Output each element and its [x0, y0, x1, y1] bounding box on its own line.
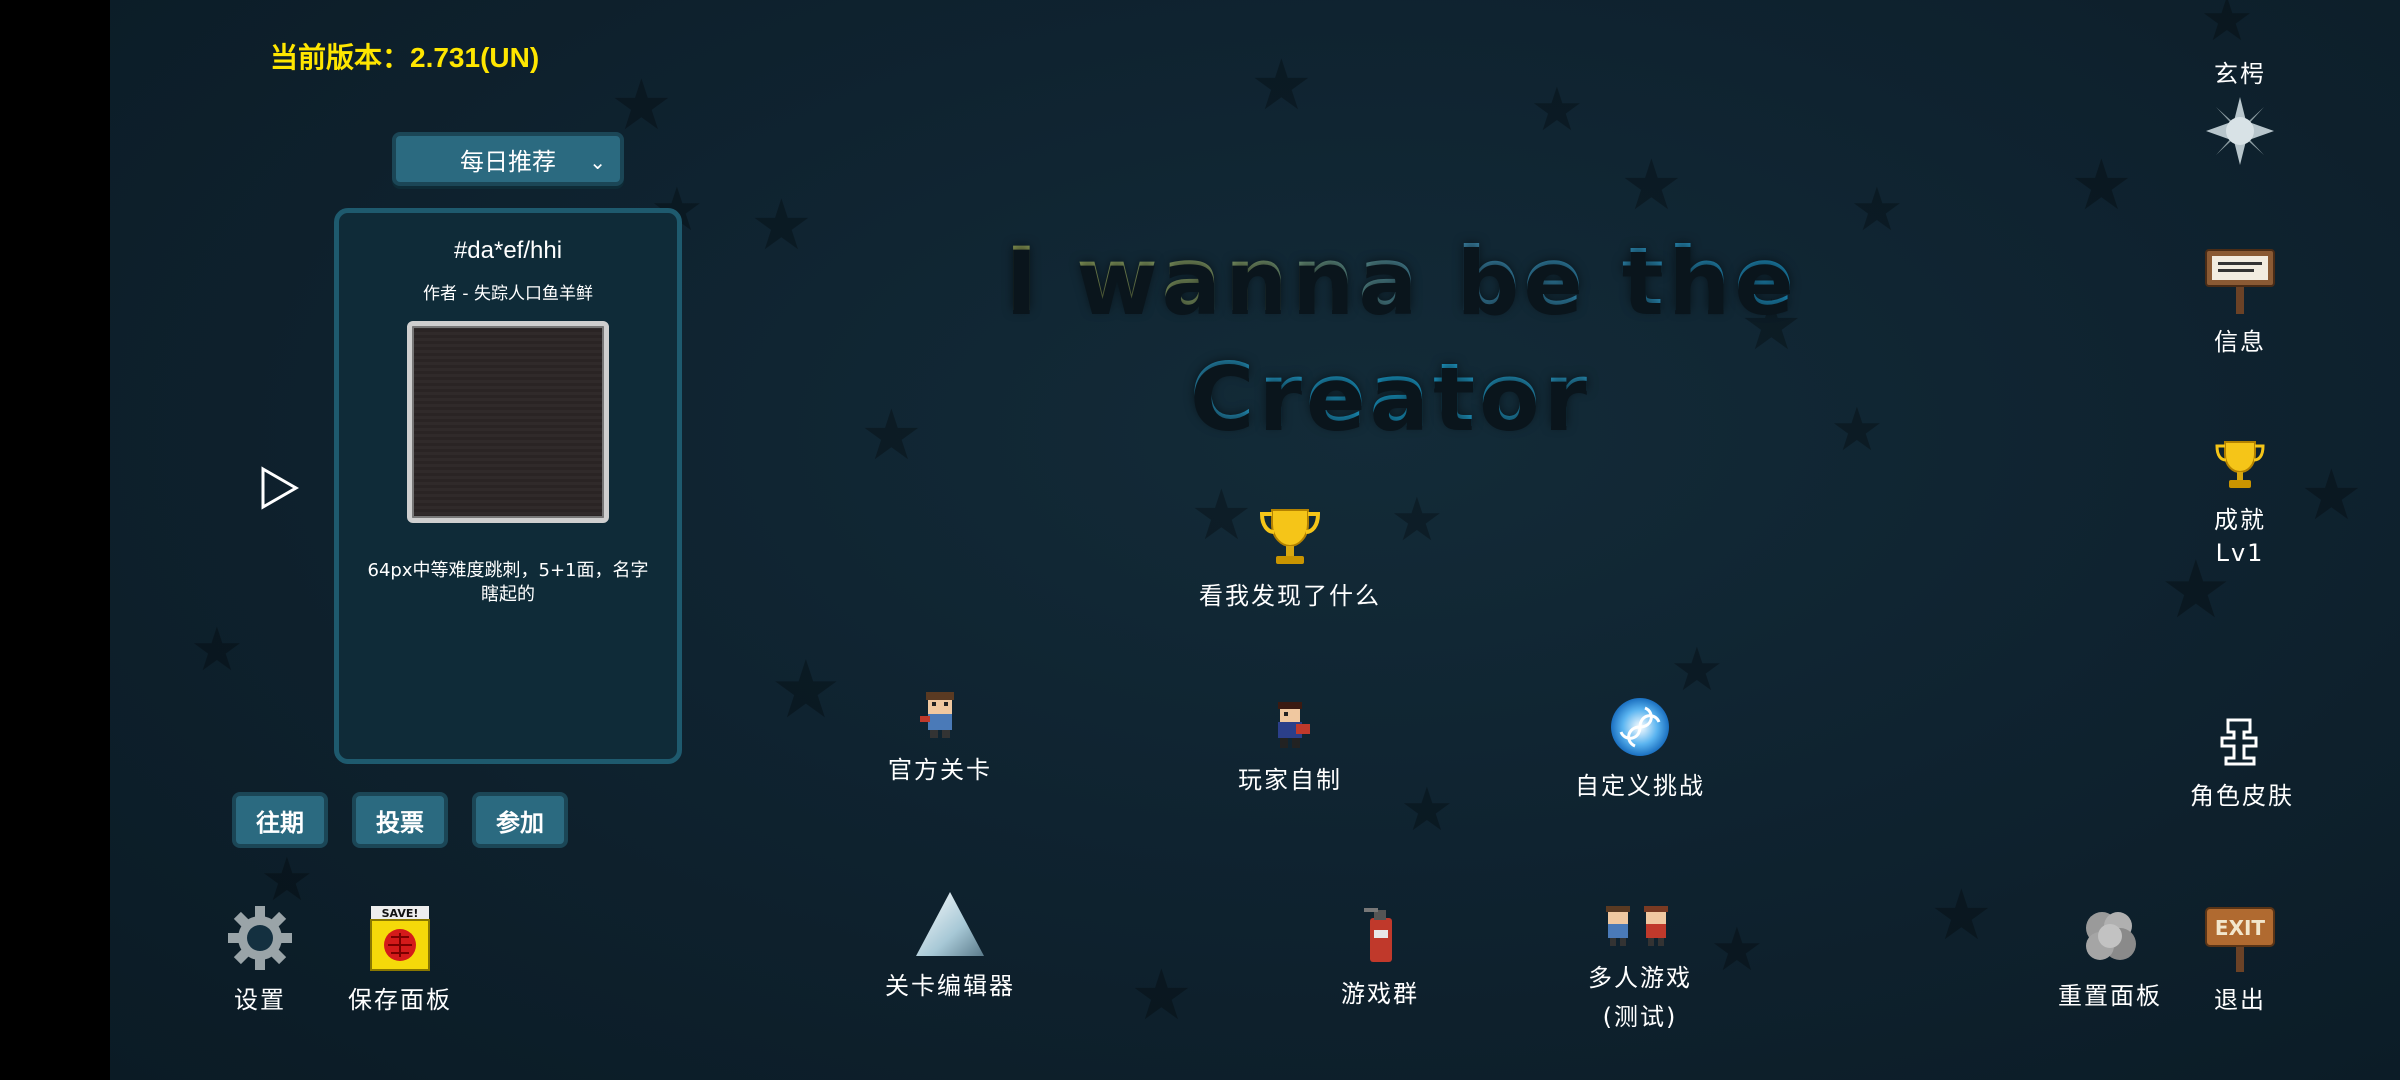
- background-star-icon: ★: [2070, 144, 2133, 226]
- discovery-button[interactable]: 看我发现了什么: [1170, 506, 1410, 611]
- multiplayer-label: 多人游戏: [1588, 964, 1692, 992]
- background-star-icon: ★: [2300, 454, 2363, 536]
- skins-button[interactable]: 角色皮肤: [2190, 716, 2294, 811]
- xuanjie-label: 玄枵: [2214, 60, 2266, 88]
- spiked-ball-icon: [2206, 97, 2274, 165]
- background-star-icon: ★: [1930, 874, 1993, 956]
- dropdown-label: 每日推荐: [460, 147, 556, 176]
- smoke-cloud-icon: [2086, 912, 2136, 960]
- chevron-down-icon: ⌄: [589, 150, 606, 174]
- reset-panel-label: 重置面板: [2058, 982, 2162, 1010]
- gear-icon: [228, 906, 292, 970]
- achievement-level: Lv1: [2215, 539, 2265, 567]
- settings-button[interactable]: 设置: [200, 904, 320, 1015]
- background-star-icon: ★: [770, 643, 842, 736]
- game-title-line2: Creator: [1190, 344, 1591, 447]
- exit-sign-icon: EXIT: [2205, 907, 2275, 972]
- fire-extinguisher-icon: [1364, 908, 1392, 962]
- level-title: #da*ef/hhi: [453, 237, 563, 264]
- player-character-icon: [1278, 702, 1310, 748]
- multiplayer-button[interactable]: 多人游戏 (测试): [1530, 904, 1750, 1032]
- info-button[interactable]: 信息: [2200, 246, 2280, 357]
- player-made-button[interactable]: 玩家自制: [1190, 700, 1390, 795]
- play-arrow-icon[interactable]: [260, 466, 300, 510]
- game-group-label: 游戏群: [1341, 980, 1419, 1008]
- level-description: 64px中等难度跳刺，5+1面，名字瞎起的: [367, 560, 649, 605]
- background-star-icon: ★: [1830, 395, 1884, 465]
- reset-panel-button[interactable]: 重置面板: [2050, 904, 2170, 1011]
- save-panel-label: 保存面板: [348, 986, 452, 1014]
- background-star-icon: ★: [1530, 75, 1584, 145]
- join-button[interactable]: 参加: [472, 792, 568, 848]
- background-star-icon: ★: [610, 64, 673, 146]
- level-thumbnail[interactable]: [407, 321, 609, 523]
- level-editor-label: 关卡编辑器: [885, 972, 1015, 1000]
- skins-label: 角色皮肤: [2190, 782, 2294, 810]
- daily-recommend-dropdown[interactable]: 每日推荐 ⌄: [392, 132, 624, 186]
- settings-label: 设置: [234, 986, 286, 1014]
- exit-button[interactable]: EXIT 退出: [2200, 904, 2280, 1015]
- save-sign-text: SAVE!: [382, 907, 419, 920]
- game-title-line1: I wanna be the: [1005, 228, 1799, 331]
- achievements-label: 成就: [2214, 506, 2266, 534]
- background-star-icon: ★: [1400, 775, 1454, 845]
- info-label: 信息: [2214, 328, 2266, 356]
- swirl-portal-icon: [1611, 698, 1669, 756]
- background-star-icon: ★: [860, 394, 923, 476]
- background-star-icon: ★: [2200, 0, 2254, 55]
- save-panel-button[interactable]: SAVE! 保存面板: [330, 904, 470, 1015]
- save-point-icon: SAVE!: [370, 906, 430, 971]
- background-star-icon: ★: [750, 184, 813, 266]
- kid-character-icon: [920, 692, 954, 738]
- signboard-icon: [2205, 249, 2275, 314]
- official-levels-button[interactable]: 官方关卡: [840, 690, 1040, 785]
- version-label: 当前版本：2.731(UN): [270, 42, 540, 73]
- exit-label: 退出: [2214, 986, 2266, 1014]
- xuanjie-button[interactable]: 玄枵: [2200, 54, 2280, 173]
- trophy-icon: [1259, 509, 1321, 564]
- level-editor-button[interactable]: 关卡编辑器: [850, 890, 1050, 1001]
- character-outline-icon: [2220, 718, 2258, 766]
- trophy-small-icon: [2215, 441, 2265, 488]
- background-star-icon: ★: [1670, 635, 1724, 705]
- exit-sign-text: EXIT: [2215, 916, 2266, 940]
- two-players-icon: [1606, 906, 1668, 946]
- official-levels-label: 官方关卡: [888, 756, 992, 784]
- achievements-button[interactable]: 成就 Lv1: [2200, 440, 2280, 567]
- player-made-label: 玩家自制: [1238, 766, 1342, 794]
- custom-challenge-button[interactable]: 自定义挑战: [1530, 696, 1750, 801]
- game-group-button[interactable]: 游戏群: [1280, 904, 1480, 1009]
- background-star-icon: ★: [1130, 954, 1193, 1036]
- past-button[interactable]: 往期: [232, 792, 328, 848]
- vote-button[interactable]: 投票: [352, 792, 448, 848]
- discovery-label: 看我发现了什么: [1199, 582, 1381, 610]
- background-star-icon: ★: [1250, 44, 1313, 126]
- level-author: 作者 - 失踪人口鱼羊鲜: [423, 284, 593, 304]
- daily-level-card[interactable]: #da*ef/hhi 作者 - 失踪人口鱼羊鲜 64px中等难度跳刺，5+1面，…: [334, 208, 682, 764]
- background-star-icon: ★: [190, 615, 244, 685]
- spike-triangle-icon: [916, 892, 984, 956]
- custom-challenge-label: 自定义挑战: [1575, 772, 1705, 800]
- background-star-icon: ★: [1850, 175, 1904, 245]
- multiplayer-sublabel: (测试): [1602, 1003, 1678, 1031]
- background-star-icon: ★: [1620, 144, 1683, 226]
- background-star-icon: ★: [260, 845, 314, 915]
- game-screen: ★ ★ ★ ★ ★ ★ ★ ★ ★ ★ ★ ★ ★ ★ ★ ★ ★ ★ ★ ★ …: [110, 0, 2400, 1080]
